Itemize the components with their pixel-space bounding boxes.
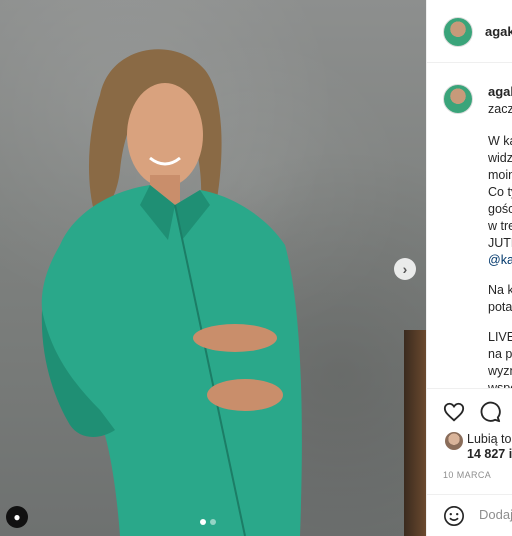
caption-avatar[interactable]: [443, 84, 473, 114]
caption-line: na p: [488, 347, 512, 361]
caption-line: W ka: [488, 134, 512, 148]
post-date: 10 MARCA: [443, 470, 492, 480]
liker-avatar[interactable]: [445, 432, 463, 450]
carousel-dots: [200, 519, 216, 525]
carousel-dot: [210, 519, 216, 525]
caption-line: wyzn: [488, 364, 512, 378]
chevron-right-icon: ›: [402, 261, 408, 277]
caption-line: w tre: [488, 219, 512, 233]
heart-icon[interactable]: [443, 401, 465, 423]
caption-line: Co ty: [488, 185, 512, 199]
caption-mention-link[interactable]: @ka: [488, 253, 512, 267]
caption-line: zaczy: [488, 102, 512, 116]
post-header: agak: [427, 0, 512, 63]
carousel-dot: [200, 519, 206, 525]
carousel-next-button[interactable]: ›: [394, 258, 416, 280]
caption-line: Na k: [488, 283, 512, 297]
emoji-icon[interactable]: [443, 505, 465, 527]
comment-input[interactable]: Dodaj: [479, 507, 512, 522]
user-tag-button[interactable]: ●: [6, 506, 28, 528]
caption-line: LIVE: [488, 330, 512, 344]
caption-line: pota: [488, 300, 512, 314]
caption-username[interactable]: agak: [488, 84, 512, 99]
post-sidebar: agak agak zaczy W ka widz moin Co ty gośc w tr…: [426, 0, 512, 536]
likes-count[interactable]: 14 827 ir: [467, 447, 512, 461]
comment-row: Dodaj: [427, 494, 512, 536]
caption-line: JUTR: [488, 236, 512, 250]
caption-area: agak zaczy W ka widz moin Co ty gośc w tre JUTR…: [427, 62, 512, 388]
caption-line: wspo: [488, 381, 512, 388]
caption-line: widz: [488, 151, 512, 165]
avatar[interactable]: [443, 17, 473, 47]
username[interactable]: agak: [485, 24, 512, 39]
caption-line: moin: [488, 168, 512, 182]
post-photo[interactable]: › ●: [0, 0, 426, 536]
likes-label: Lubią to: [467, 432, 512, 446]
comment-icon[interactable]: [479, 401, 501, 423]
photo-figure: [41, 49, 302, 536]
caption-line: gośc: [488, 202, 512, 216]
user-tag-icon: ●: [13, 510, 21, 524]
